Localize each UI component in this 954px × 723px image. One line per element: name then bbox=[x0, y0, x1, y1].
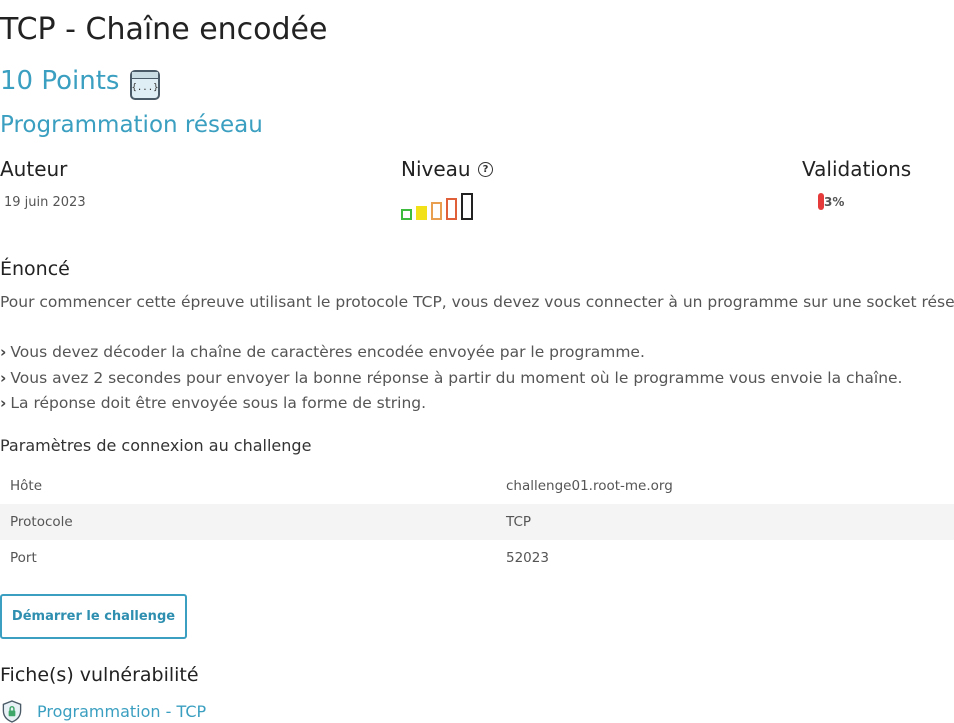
statement-bullet: › La réponse doit être envoyée sous la fo… bbox=[0, 394, 427, 412]
statement-bullet: › Vous avez 2 secondes pour envoyer la bo… bbox=[0, 368, 903, 387]
connection-params-title: Paramètres de connexion au challenge bbox=[0, 436, 312, 455]
param-value: challenge01.root-me.org bbox=[506, 478, 673, 494]
param-key: Protocole bbox=[0, 504, 506, 540]
level-box bbox=[446, 198, 457, 220]
chevron-right-icon: › bbox=[0, 368, 7, 387]
statement-title: Énoncé bbox=[0, 258, 70, 280]
challenge-points: 10 Points bbox=[0, 66, 120, 96]
level-label: Niveau bbox=[401, 157, 471, 181]
table-row: Protocole TCP bbox=[0, 504, 954, 540]
level-box bbox=[461, 193, 473, 220]
start-challenge-button[interactable]: Démarrer le challenge bbox=[0, 594, 187, 639]
level-box bbox=[431, 202, 442, 220]
page-title: TCP - Chaîne encodée bbox=[0, 12, 328, 47]
table-row: Port 52023 bbox=[0, 540, 954, 576]
chevron-right-icon: › bbox=[0, 394, 7, 412]
difficulty-level-indicator bbox=[401, 190, 481, 220]
challenge-category[interactable]: Programmation réseau bbox=[0, 112, 263, 138]
shield-lock-icon bbox=[2, 700, 22, 723]
validations-percent: 3% bbox=[824, 195, 845, 209]
param-value: TCP bbox=[506, 504, 954, 540]
level-box bbox=[416, 206, 427, 220]
statement-intro: Pour commencer cette épreuve utilisant l… bbox=[0, 293, 954, 311]
param-key: Hôte bbox=[10, 478, 43, 494]
param-value: 52023 bbox=[506, 550, 549, 566]
validations-label: Validations bbox=[802, 157, 912, 181]
level-box bbox=[401, 209, 412, 220]
connection-params-table: Hôte challenge01.root-me.org Protocole T… bbox=[0, 468, 954, 576]
statement-bullet: › Vous devez décoder la chaîne de caractè… bbox=[0, 343, 645, 361]
vulnerability-sheets-title: Fiche(s) vulnérabilité bbox=[0, 664, 199, 686]
code-window-icon: {...} bbox=[130, 70, 160, 100]
question-circle-icon[interactable]: ? bbox=[478, 162, 493, 177]
vulnerability-link[interactable]: Programmation - TCP bbox=[37, 702, 206, 721]
publication-date: 19 juin 2023 bbox=[4, 195, 86, 210]
author-label: Auteur bbox=[0, 157, 68, 181]
chevron-right-icon: › bbox=[0, 343, 7, 361]
statement-bullets: › Vous devez décoder la chaîne de caractè… bbox=[0, 340, 902, 417]
param-key: Port bbox=[10, 550, 37, 566]
table-row: Hôte challenge01.root-me.org bbox=[0, 468, 954, 504]
